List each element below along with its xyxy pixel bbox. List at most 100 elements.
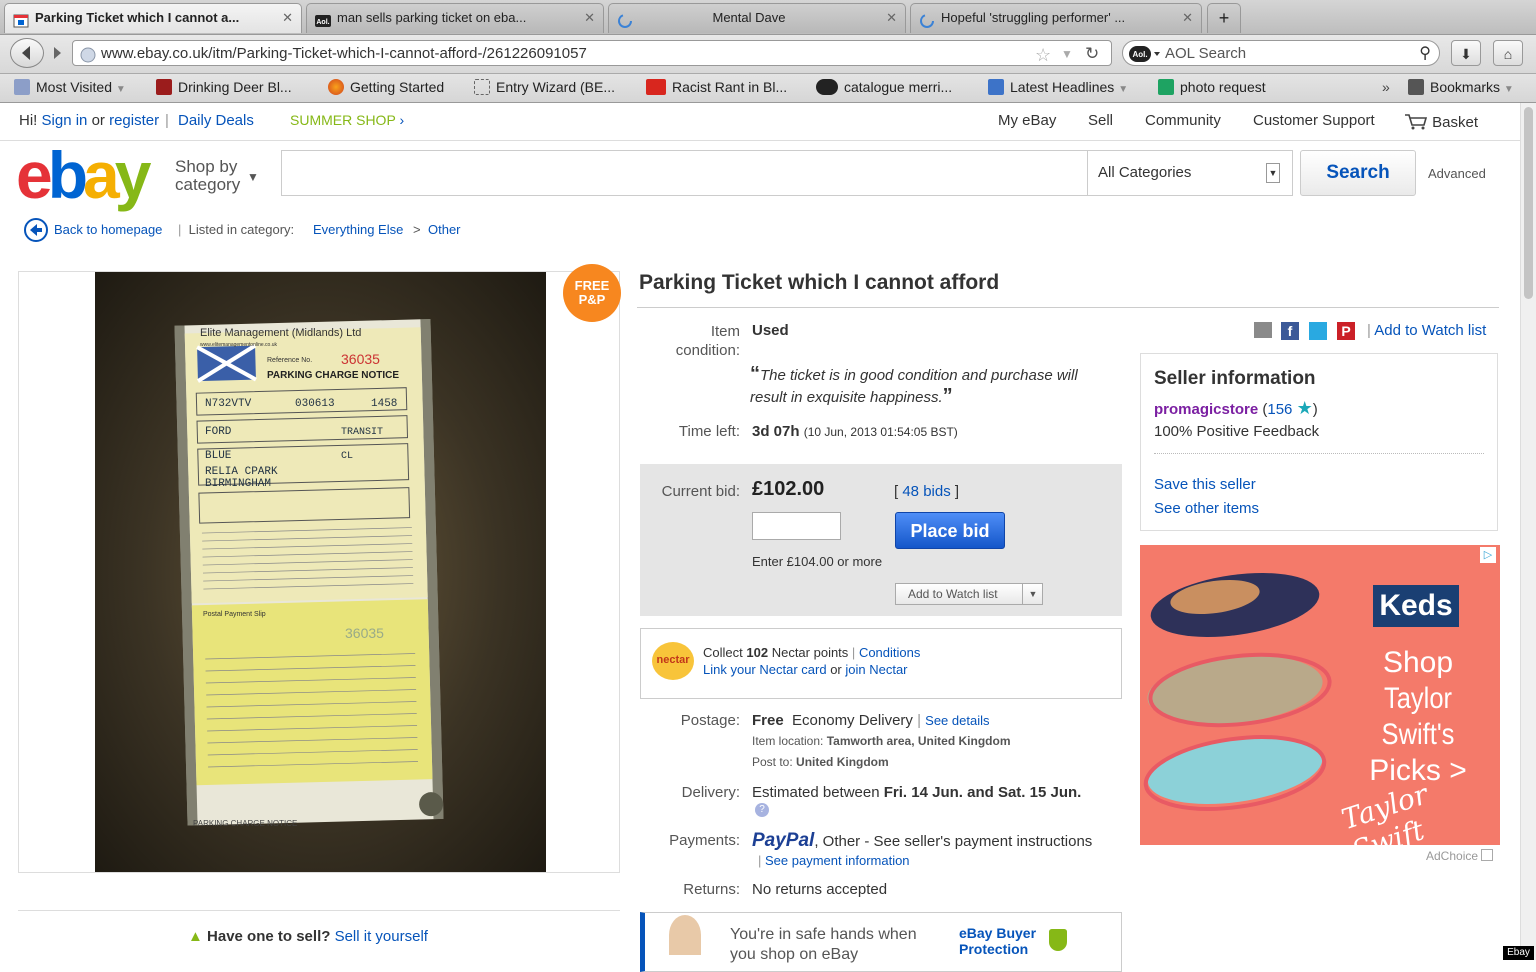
youtube-icon: [646, 79, 666, 95]
ticket-time: 1458: [371, 398, 397, 410]
facebook-share-icon[interactable]: f: [1281, 322, 1299, 340]
forward-button[interactable]: [47, 43, 67, 63]
seller-name-link[interactable]: promagicstore: [1154, 401, 1258, 418]
time-left-detail: (10 Jun, 2013 01:54:05 BST): [803, 425, 958, 439]
see-payment-info-link[interactable]: See payment information: [765, 853, 910, 868]
conditions-link[interactable]: Conditions: [859, 645, 920, 660]
bookmark-entry-wizard[interactable]: Entry Wizard (BE...: [474, 79, 615, 95]
chevron-down-icon: ▼: [1503, 84, 1514, 95]
bookmark-getting-started[interactable]: Getting Started: [328, 79, 444, 95]
home-button[interactable]: ⌂: [1493, 40, 1523, 66]
url-bar[interactable]: www.ebay.co.uk/itm/Parking-Ticket-which-…: [72, 40, 1112, 66]
sell-it-yourself-link[interactable]: Sell it yourself: [335, 928, 428, 945]
bookmark-photo-request[interactable]: photo request: [1158, 79, 1266, 95]
item-location-value: Tamworth area, United Kingdom: [826, 734, 1011, 748]
place-bid-button[interactable]: Place bid: [895, 512, 1005, 549]
sign-in-link[interactable]: Sign in: [42, 112, 88, 129]
search-button[interactable]: Search: [1300, 150, 1416, 196]
svg-text:Aol.: Aol.: [1132, 50, 1147, 59]
new-tab-button[interactable]: +: [1207, 3, 1241, 33]
bookmark-catalogue[interactable]: catalogue merri...: [816, 79, 952, 95]
breadcrumb-everything-else[interactable]: Everything Else: [313, 222, 403, 237]
tab-mental-dave[interactable]: Mental Dave ✕: [608, 3, 906, 33]
back-circle-icon[interactable]: [24, 218, 48, 242]
loading-spinner-icon: [919, 11, 935, 28]
back-to-homepage-link[interactable]: Back to homepage: [54, 222, 162, 237]
bids-link[interactable]: 48 bids: [902, 483, 950, 500]
advanced-search-link[interactable]: Advanced: [1428, 166, 1486, 181]
bookmark-racist-rant[interactable]: Racist Rant in Bl...: [646, 79, 787, 95]
pinterest-share-icon[interactable]: P: [1337, 322, 1355, 340]
bid-amount-input[interactable]: [752, 512, 841, 540]
reload-icon[interactable]: ↻: [1085, 41, 1099, 67]
my-ebay-link[interactable]: My eBay: [998, 112, 1056, 129]
firefox-icon: [328, 79, 344, 95]
add-to-watch-list-link[interactable]: Add to Watch list: [1374, 322, 1486, 339]
bookmarks-menu-button[interactable]: Bookmarks ▼: [1408, 79, 1514, 95]
sell-link[interactable]: Sell: [1088, 112, 1113, 129]
keds-ad[interactable]: Keds Shop Taylor Swift's Picks > Taylor …: [1140, 545, 1500, 845]
basket-link[interactable]: Basket: [1404, 112, 1478, 131]
link-nectar-card-link[interactable]: Link your Nectar card: [703, 662, 827, 677]
twitter-share-icon[interactable]: [1309, 322, 1327, 340]
time-left-label: Time left:: [678, 423, 740, 440]
browser-nav-bar: www.ebay.co.uk/itm/Parking-Ticket-which-…: [0, 35, 1536, 74]
item-title: Parking Ticket which I cannot afford: [639, 271, 1000, 294]
vertical-scrollbar[interactable]: [1520, 103, 1536, 960]
chevron-down-icon[interactable]: ▼: [1022, 584, 1043, 604]
ticket-colour: BLUE: [205, 450, 232, 462]
buyer-protection-banner[interactable]: You're in safe hands when you shop on eB…: [640, 912, 1122, 972]
bookmark-most-visited[interactable]: Most Visited ▼: [14, 79, 126, 95]
search-input[interactable]: [281, 150, 1088, 196]
search-engine-box[interactable]: Aol. AOL Search ⚲: [1122, 40, 1440, 66]
close-tab-icon[interactable]: ✕: [584, 4, 595, 32]
tab-hopeful-performer[interactable]: Hopeful 'struggling performer' ... ✕: [910, 3, 1202, 33]
ebay-logo[interactable]: ebay: [16, 142, 151, 208]
ticket-slip-ref: 36035: [345, 625, 384, 641]
ticket-location-line2: BIRMINGHAM: [205, 478, 271, 490]
category-select[interactable]: All Categories ▼: [1087, 150, 1293, 196]
email-share-icon[interactable]: [1254, 322, 1272, 338]
paypal-logo: PayPal: [752, 830, 815, 851]
ticket-reference-label: Reference No.: [267, 357, 312, 364]
aol-search-icon[interactable]: Aol.: [1129, 45, 1161, 72]
tab-man-sells-parking-ticket[interactable]: Aol. man sells parking ticket on eba... …: [306, 3, 604, 33]
breadcrumb-other[interactable]: Other: [428, 222, 461, 237]
summer-shop-link[interactable]: SUMMER SHOP ›: [290, 112, 404, 128]
bookmark-star-icon[interactable]: ☆: [1035, 42, 1051, 68]
nectar-points: 102: [746, 645, 769, 660]
close-tab-icon[interactable]: ✕: [1182, 4, 1193, 32]
see-details-link[interactable]: See details: [925, 713, 989, 728]
daily-deals-link[interactable]: Daily Deals: [178, 112, 254, 129]
back-button[interactable]: [10, 38, 44, 68]
scrollbar-thumb[interactable]: [1524, 107, 1533, 299]
register-link[interactable]: register: [109, 112, 159, 129]
join-nectar-link[interactable]: join Nectar: [845, 662, 907, 677]
aol-favicon-icon: Aol.: [315, 11, 331, 27]
item-image-frame[interactable]: Elite Management (Midlands) Ltd www.elit…: [18, 271, 620, 873]
back-arrow-icon: [22, 46, 30, 60]
adchoice-link[interactable]: AdChoice: [1426, 849, 1494, 863]
community-link[interactable]: Community: [1145, 112, 1221, 129]
close-tab-icon[interactable]: ✕: [886, 4, 897, 32]
shop-by-category-button[interactable]: Shop by category ▼: [175, 158, 259, 194]
add-to-watch-list-button[interactable]: Add to Watch list ▼: [895, 583, 1043, 605]
magnifier-icon[interactable]: ⚲: [1419, 41, 1431, 67]
current-bid-value: £102.00: [752, 478, 825, 500]
see-other-items-link[interactable]: See other items: [1154, 500, 1259, 517]
customer-support-link[interactable]: Customer Support: [1253, 112, 1375, 129]
bookmark-latest-headlines[interactable]: Latest Headlines ▼: [988, 79, 1128, 95]
save-seller-link[interactable]: Save this seller: [1154, 476, 1256, 493]
downloads-button[interactable]: ⬇: [1451, 40, 1481, 66]
close-tab-icon[interactable]: ✕: [282, 4, 293, 32]
feedback-score-link[interactable]: 156: [1267, 401, 1292, 418]
overflow-chevron-icon: »: [1382, 79, 1390, 95]
tab-ebay-parking-ticket[interactable]: Parking Ticket which I cannot a... ✕: [4, 3, 302, 33]
ad-info-icon[interactable]: ▷: [1480, 547, 1496, 563]
bookmark-drinking-deer[interactable]: Drinking Deer Bl...: [156, 79, 292, 95]
bookmarks-overflow-button[interactable]: »: [1382, 79, 1390, 95]
dropdown-arrow-icon[interactable]: ▼: [1061, 41, 1073, 67]
help-icon[interactable]: ?: [755, 803, 769, 817]
price-tag-icon: ▲: [188, 928, 203, 945]
post-to: Post to: United Kingdom: [752, 755, 889, 769]
